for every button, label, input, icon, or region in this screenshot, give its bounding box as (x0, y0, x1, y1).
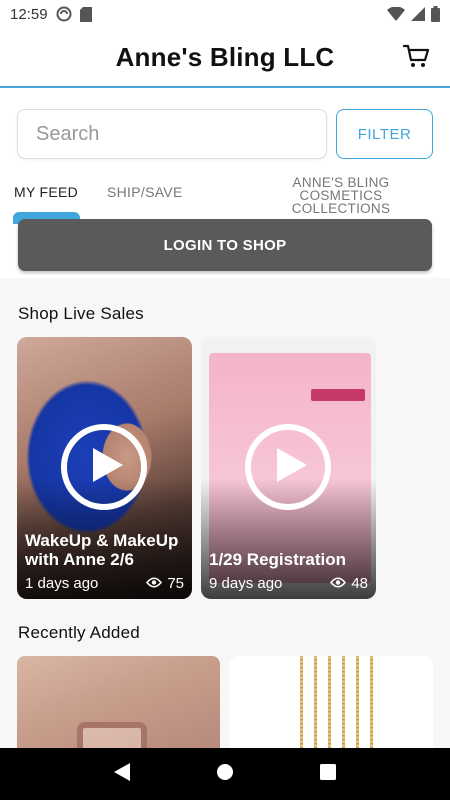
search-area: FILTER MY FEED SHIP/SAVE ANNE'S BLING CO… (0, 88, 450, 278)
battery-icon (431, 6, 440, 22)
necklace-chain-image (314, 656, 317, 756)
play-button[interactable] (61, 424, 147, 510)
live-sale-view-count: 75 (167, 575, 184, 592)
status-time: 12:59 (10, 5, 48, 23)
sd-card-icon (79, 6, 92, 22)
necklace-chain-image (370, 656, 373, 756)
filter-button[interactable]: FILTER (336, 109, 433, 159)
sync-icon (56, 6, 72, 22)
recents-button[interactable] (308, 754, 348, 794)
system-navigation-bar (0, 748, 450, 800)
recents-square-icon (320, 763, 337, 785)
signal-icon (411, 7, 425, 21)
tab-cosmetics-collections[interactable]: ANNE'S BLING COSMETICS COLLECTIONS (250, 176, 432, 216)
live-sale-views: 75 (146, 575, 184, 592)
play-button[interactable] (245, 424, 331, 510)
necklace-chain-image (342, 656, 345, 756)
live-sale-age: 9 days ago (209, 575, 283, 592)
necklace-chain-image (328, 656, 331, 756)
package-label (311, 389, 365, 401)
section-title-live-sales: Shop Live Sales (18, 304, 144, 323)
login-to-shop-button[interactable]: LOGIN TO SHOP (18, 219, 432, 271)
cart-button[interactable] (402, 44, 430, 72)
back-button[interactable] (102, 754, 142, 794)
eye-icon (146, 575, 163, 592)
play-icon (85, 447, 123, 487)
status-bar: 12:59 (0, 0, 450, 28)
play-icon (269, 447, 307, 487)
tab-ship-save[interactable]: SHIP/SAVE (107, 184, 183, 200)
live-sale-view-count: 48 (351, 575, 368, 592)
home-button[interactable] (205, 754, 245, 794)
search-input[interactable] (17, 109, 327, 159)
app-header: Anne's Bling LLC (0, 28, 450, 88)
tab-bar: MY FEED SHIP/SAVE ANNE'S BLING COSMETICS… (0, 176, 450, 224)
home-circle-icon (216, 763, 234, 786)
necklace-chain-image (300, 656, 303, 756)
live-sale-age: 1 days ago (25, 575, 99, 592)
necklace-chain-image (356, 656, 359, 756)
eye-icon (330, 575, 347, 592)
live-sale-title: 1/29 Registration (209, 550, 346, 569)
recent-product-card[interactable] (230, 656, 433, 756)
app-title: Anne's Bling LLC (115, 41, 335, 72)
live-sale-card[interactable]: 1/29 Registration 9 days ago 48 (201, 337, 376, 599)
live-sale-views: 48 (330, 575, 368, 592)
tab-my-feed[interactable]: MY FEED (14, 184, 78, 200)
cart-icon (402, 44, 430, 73)
live-sale-title: WakeUp & MakeUp with Anne 2/6 (25, 531, 179, 569)
live-sale-meta: 1 days ago 75 (25, 575, 184, 592)
live-sale-card[interactable]: WakeUp & MakeUp with Anne 2/6 1 days ago… (17, 337, 192, 599)
back-triangle-icon (113, 762, 130, 786)
recent-product-card[interactable] (17, 656, 220, 756)
section-title-recently-added: Recently Added (18, 623, 140, 642)
live-sale-meta: 9 days ago 48 (209, 575, 368, 592)
wifi-icon (387, 7, 405, 21)
